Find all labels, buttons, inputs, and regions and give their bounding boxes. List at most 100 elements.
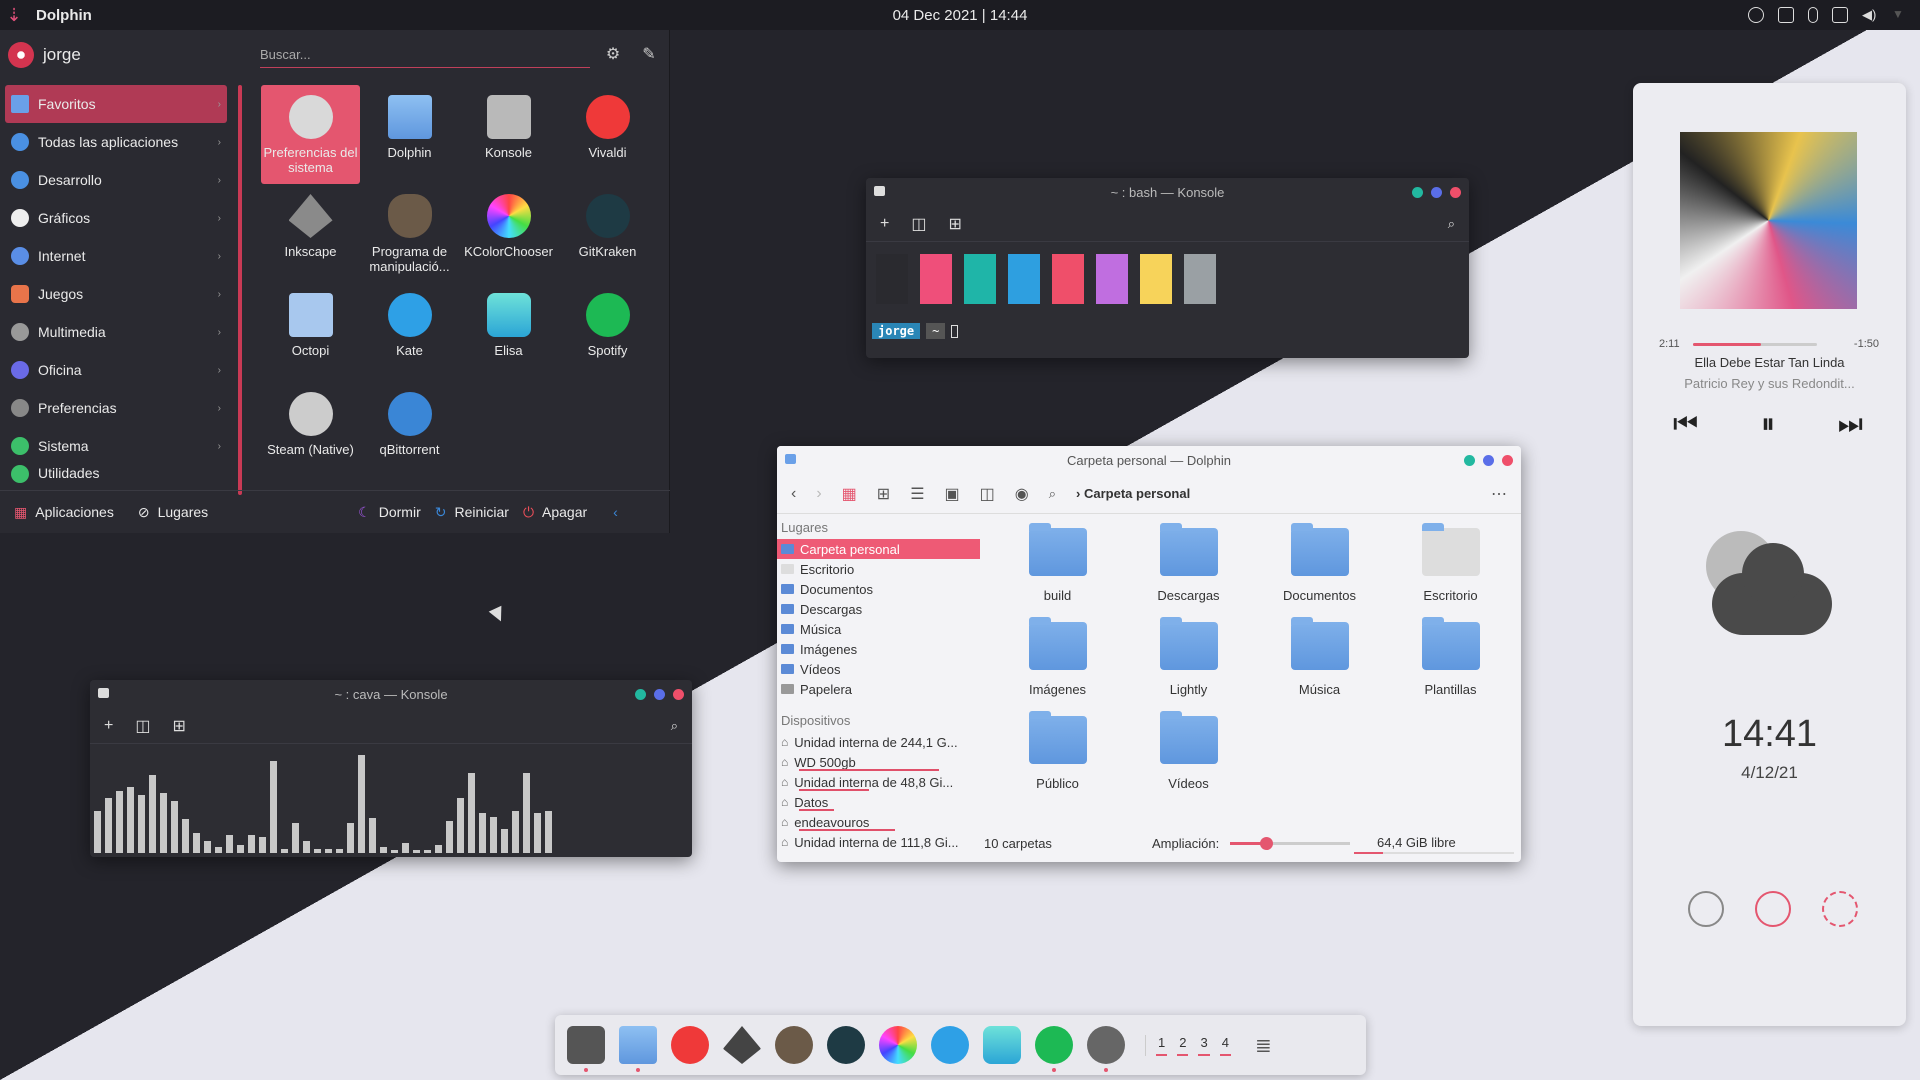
close-button[interactable] [673, 689, 684, 700]
place-item[interactable]: Música [777, 619, 980, 639]
category-item[interactable]: Desarrollo › [5, 161, 227, 199]
search-icon[interactable]: ⌕ [1448, 216, 1455, 232]
pin-icon[interactable]: ✎ [638, 44, 660, 66]
layout-icon[interactable]: ⊞ [948, 214, 961, 234]
search-icon[interactable]: ⌕ [671, 718, 678, 734]
device-item[interactable]: ⌂ Unidad interna de 48,8 Gi... [777, 772, 980, 792]
previous-icon[interactable]: ⏮ [1673, 408, 1698, 441]
device-item[interactable]: ⌂ Datos [777, 792, 980, 812]
power-icon[interactable] [1755, 891, 1791, 927]
category-item[interactable]: Utilidades [5, 465, 227, 485]
dolphin-dock-icon[interactable] [619, 1026, 657, 1072]
vivaldi-dock-icon[interactable] [671, 1026, 709, 1064]
icons-view-icon[interactable]: ▦ [842, 484, 857, 504]
folder-item[interactable]: Escritorio [1385, 523, 1516, 622]
category-item[interactable]: Sistema › [5, 427, 227, 465]
lock-icon[interactable] [1688, 891, 1724, 927]
compact-view-icon[interactable]: ⊞ [877, 484, 890, 504]
spotify-dock-icon[interactable] [1035, 1026, 1073, 1072]
desktop-4[interactable]: 4 [1219, 1035, 1231, 1056]
network-icon[interactable]: ▼ [1892, 7, 1908, 23]
maximize-button[interactable] [1431, 187, 1442, 198]
maximize-button[interactable] [654, 689, 665, 700]
folder-item[interactable]: Público [992, 711, 1123, 810]
menu-icon[interactable]: ⋯ [1491, 484, 1507, 504]
split-view-icon[interactable]: ◫ [911, 214, 926, 234]
place-item[interactable]: Papelera [777, 679, 980, 699]
system-settings-dock-icon[interactable] [1087, 1026, 1125, 1072]
place-item[interactable]: Documentos [777, 579, 980, 599]
folder-item[interactable]: Lightly [1123, 617, 1254, 716]
app-tile[interactable]: Octopi [261, 283, 360, 382]
folder-item[interactable]: Plantillas [1385, 617, 1516, 716]
app-tile[interactable]: Spotify [558, 283, 657, 382]
category-item[interactable]: Favoritos › [5, 85, 227, 123]
app-tile[interactable]: Dolphin [360, 85, 459, 184]
preview-icon[interactable]: ▣ [945, 484, 960, 504]
gimp-dock-icon[interactable] [775, 1026, 813, 1064]
place-item[interactable]: Descargas [777, 599, 980, 619]
category-item[interactable]: Internet › [5, 237, 227, 275]
kcolorchooser-dock-icon[interactable] [879, 1026, 917, 1064]
app-tile[interactable]: Steam (Native) [261, 382, 360, 481]
kate-dock-icon[interactable] [931, 1026, 969, 1064]
panel-clock[interactable]: 04 Dec 2021 | 14:44 [0, 7, 1920, 24]
app-tile[interactable]: Kate [360, 283, 459, 382]
shutdown-button[interactable]: ⏻ Apagar [523, 504, 587, 521]
restart-icon[interactable] [1822, 891, 1858, 927]
shell-prompt[interactable]: jorge ~ [872, 323, 959, 339]
search-icon[interactable]: ⌕ [1049, 486, 1056, 502]
inkscape-dock-icon[interactable] [723, 1026, 761, 1064]
category-item[interactable]: Multimedia › [5, 313, 227, 351]
sleep-button[interactable]: ☾ Dormir [358, 504, 421, 521]
pause-icon[interactable]: ⏸ [1761, 408, 1775, 441]
new-tab-icon[interactable]: + [880, 215, 889, 233]
volume-icon[interactable]: ◀) [1862, 7, 1878, 23]
restart-button[interactable]: ↻ Reiniciar [435, 504, 509, 521]
desktop-2[interactable]: 2 [1177, 1035, 1189, 1056]
place-item[interactable]: Vídeos [777, 659, 980, 679]
desktop-3[interactable]: 3 [1198, 1035, 1210, 1056]
split-view-icon[interactable]: ◫ [135, 716, 150, 736]
minimize-button[interactable] [635, 689, 646, 700]
category-item[interactable]: Gráficos › [5, 199, 227, 237]
app-menu-icon[interactable]: ⇣ [0, 0, 28, 30]
window-titlebar[interactable]: ~ : bash — Konsole [866, 178, 1469, 206]
app-tile[interactable]: Programa de manipulació... [360, 184, 459, 283]
folder-item[interactable]: Descargas [1123, 523, 1254, 622]
folder-item[interactable]: build [992, 523, 1123, 622]
window-titlebar[interactable]: ~ : cava — Konsole [90, 680, 692, 708]
desktop-1[interactable]: 1 [1156, 1035, 1168, 1056]
more-button[interactable]: ‹ [613, 504, 618, 520]
progress-track[interactable] [1693, 343, 1817, 346]
app-tile[interactable]: KColorChooser [459, 184, 558, 283]
applications-tab[interactable]: ▦ Aplicaciones [14, 504, 114, 521]
display-icon[interactable] [1832, 7, 1848, 23]
app-tile[interactable]: qBittorrent [360, 382, 459, 481]
next-icon[interactable]: ⏭ [1838, 408, 1863, 441]
konsole-dock-icon[interactable] [567, 1026, 605, 1072]
user-avatar[interactable] [8, 42, 34, 68]
folder-item[interactable]: Vídeos [1123, 711, 1254, 810]
window-titlebar[interactable]: Carpeta personal — Dolphin [777, 446, 1521, 474]
back-icon[interactable]: ‹ [791, 485, 796, 503]
microphone-icon[interactable] [1808, 7, 1818, 23]
maximize-button[interactable] [1483, 455, 1494, 466]
app-tile[interactable]: Konsole [459, 85, 558, 184]
menu-lines-icon[interactable]: ≣ [1255, 1033, 1272, 1058]
folder-item[interactable]: Imágenes [992, 617, 1123, 716]
place-item[interactable]: Escritorio [777, 559, 980, 579]
zoom-slider-handle[interactable] [1260, 837, 1273, 850]
category-scrollbar[interactable] [238, 85, 242, 495]
breadcrumb[interactable]: › Carpeta personal [1076, 486, 1190, 501]
details-view-icon[interactable]: ☰ [910, 484, 924, 504]
show-hidden-icon[interactable]: ◉ [1015, 484, 1029, 504]
new-tab-icon[interactable]: + [104, 717, 113, 735]
media-play-icon[interactable] [1748, 7, 1764, 23]
minimize-button[interactable] [1464, 455, 1475, 466]
folder-item[interactable]: Documentos [1254, 523, 1385, 622]
app-tile[interactable]: GitKraken [558, 184, 657, 283]
zoom-slider[interactable] [1230, 837, 1350, 850]
app-tile[interactable]: Vivaldi [558, 85, 657, 184]
split-icon[interactable]: ◫ [980, 484, 995, 504]
